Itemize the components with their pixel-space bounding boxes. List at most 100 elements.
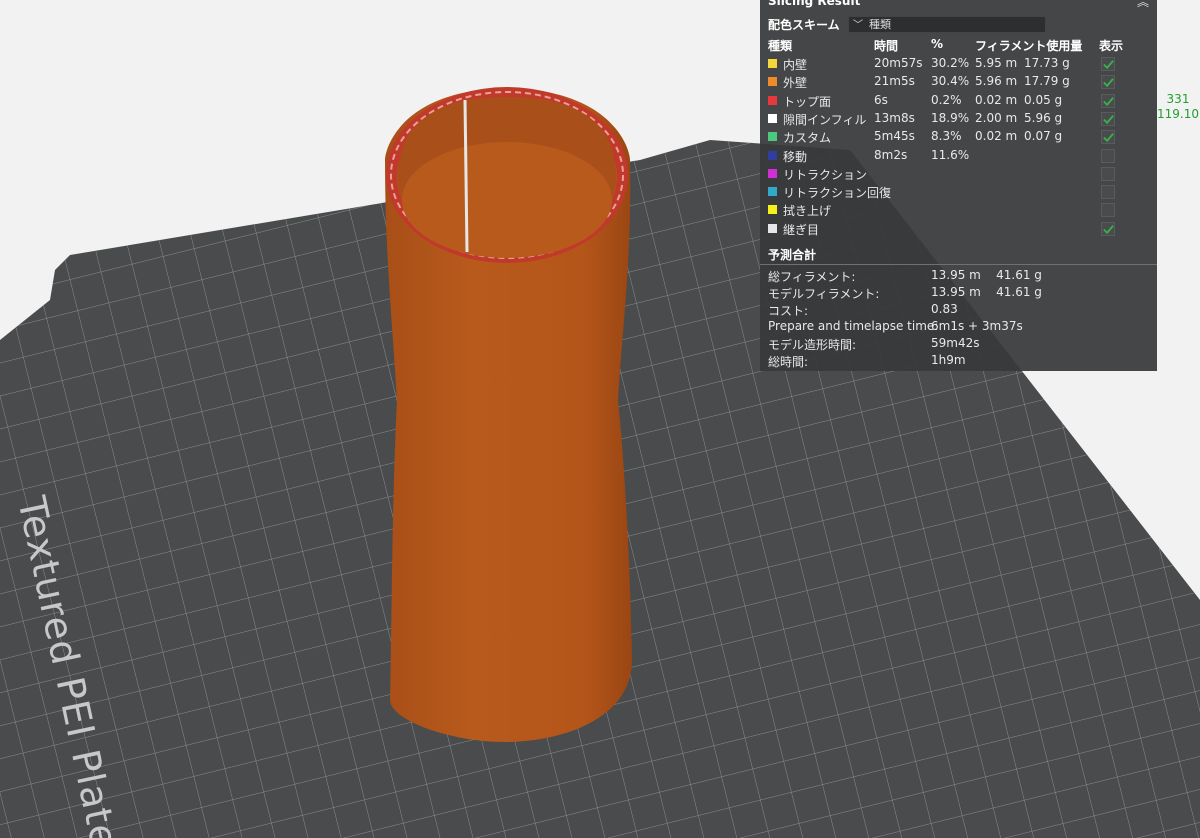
summary-row: モデルフィラメント: 13.95 m 41.61 g — [768, 285, 1148, 302]
feature-name: 拭き上げ — [783, 204, 832, 219]
summary-key: 総フィラメント: — [768, 270, 856, 284]
color-swatch — [768, 113, 777, 123]
display-checkbox[interactable] — [1101, 93, 1115, 108]
list-item: 隙間インフィル 13m8s 18.9% 2.00 m 5.96 g — [760, 110, 1157, 128]
feature-name: 継ぎ目 — [783, 222, 820, 237]
feature-length: 2.00 m — [975, 110, 1018, 125]
color-swatch — [768, 187, 777, 197]
summary-value: 6m1s + 3m37s — [931, 319, 1023, 333]
feature-time: 13m8s — [874, 110, 915, 125]
feature-time: 6s — [874, 92, 888, 107]
summary-value: 13.95 m 41.61 g — [931, 285, 1042, 299]
display-checkbox[interactable] — [1101, 166, 1115, 181]
feature-name: 内壁 — [783, 58, 808, 72]
summary-key: モデル造形時間: — [768, 338, 857, 352]
summary-row: Prepare and timelapse time: 6m1s + 3m37s — [768, 319, 1148, 336]
feature-percent: 30.4% — [931, 74, 970, 89]
list-item: 拭き上げ — [760, 201, 1157, 219]
header-time: 時間 — [874, 39, 899, 53]
feature-percent: 30.2% — [931, 56, 970, 70]
display-checkbox[interactable] — [1101, 221, 1115, 236]
check-icon — [1103, 224, 1114, 234]
color-swatch — [768, 95, 777, 105]
color-swatch — [768, 205, 777, 215]
summary-row: 総フィラメント: 13.95 m 41.61 g — [768, 268, 1148, 285]
summary-value: 59m42s — [931, 336, 980, 350]
list-item: 継ぎ目 — [760, 220, 1157, 238]
list-item: カスタム 5m45s 8.3% 0.02 m 0.07 g — [760, 128, 1157, 146]
feature-name: カスタム — [783, 131, 832, 146]
color-swatch — [768, 223, 777, 233]
feature-name: リトラクション — [783, 167, 868, 182]
color-scheme-dropdown[interactable]: ﹀ 種類 — [848, 16, 1046, 33]
feature-length: 0.02 m — [975, 92, 1018, 107]
feature-name: リトラクション回復 — [783, 186, 892, 201]
feature-time: 8m2s — [874, 147, 908, 162]
layer-height: 119.10 — [1157, 107, 1199, 121]
list-item: 外壁 21m5s 30.4% 5.96 m 17.79 g — [760, 73, 1157, 91]
header-percent: % — [931, 37, 944, 51]
check-icon — [1103, 60, 1114, 70]
panel-title: Slicing Result — [768, 0, 861, 8]
color-scheme-value: 種類 — [869, 18, 891, 31]
summary-value: 1h9m — [931, 353, 966, 367]
list-item: トップ面 6s 0.2% 0.02 m 0.05 g — [760, 92, 1157, 110]
feature-time: 21m5s — [874, 74, 915, 89]
header-type: 種類 — [768, 39, 793, 53]
slicing-result-panel: Slicing Result ︽ 配色スキーム ﹀ 種類 種類 時間 % フィラメ… — [760, 0, 1157, 371]
color-scheme-label: 配色スキーム — [768, 18, 840, 32]
display-checkbox[interactable] — [1101, 75, 1115, 90]
summary-title: 予測合計 — [768, 248, 817, 262]
model-vase[interactable] — [385, 87, 632, 742]
feature-weight: 17.73 g — [1024, 56, 1070, 70]
feature-weight: 5.96 g — [1024, 110, 1063, 125]
collapse-icon[interactable]: ︽ — [1137, 0, 1149, 10]
summary-key: 総時間: — [768, 355, 809, 369]
summary-key: モデルフィラメント: — [768, 287, 880, 301]
feature-length: 0.02 m — [975, 129, 1018, 144]
layer-number: 331 — [1166, 92, 1190, 106]
feature-name: 移動 — [783, 149, 808, 164]
feature-weight: 17.79 g — [1024, 74, 1070, 89]
summary-row: 総時間: 1h9m — [768, 353, 1148, 370]
feature-percent: 11.6% — [931, 147, 970, 162]
display-checkbox[interactable] — [1101, 148, 1115, 163]
feature-percent: 18.9% — [931, 110, 970, 125]
feature-percent: 8.3% — [931, 129, 962, 144]
check-icon — [1103, 78, 1114, 88]
feature-time: 5m45s — [874, 129, 915, 144]
summary-divider — [760, 264, 1157, 265]
color-swatch — [768, 132, 777, 142]
summary-value: 13.95 m 41.61 g — [931, 268, 1042, 282]
feature-weight: 0.07 g — [1024, 129, 1063, 144]
check-icon — [1103, 115, 1114, 125]
display-checkbox[interactable] — [1101, 111, 1115, 126]
feature-name: トップ面 — [783, 94, 832, 109]
feature-time: 20m57s — [874, 56, 923, 70]
display-checkbox[interactable] — [1101, 57, 1115, 71]
list-item: リトラクション — [760, 165, 1157, 183]
header-display: 表示 — [1099, 39, 1124, 53]
header-filament: フィラメント使用量 — [975, 39, 1083, 53]
display-checkbox[interactable] — [1101, 203, 1115, 218]
feature-percent: 0.2% — [931, 92, 962, 107]
color-swatch — [768, 59, 777, 68]
feature-length: 5.95 m — [975, 56, 1018, 70]
feature-length: 5.96 m — [975, 74, 1018, 89]
check-icon — [1103, 133, 1114, 143]
list-item: 移動 8m2s 11.6% — [760, 147, 1157, 165]
seam-line — [463, 99, 469, 253]
summary-key: コスト: — [768, 304, 809, 318]
list-item: 内壁 20m57s 30.2% 5.95 m 17.73 g — [760, 55, 1157, 73]
color-swatch — [768, 168, 777, 178]
chevron-down-icon: ﹀ — [853, 20, 863, 31]
summary-key: Prepare and timelapse time: — [768, 319, 939, 333]
summary-value: 0.83 — [931, 302, 958, 316]
color-swatch — [768, 150, 777, 160]
display-checkbox[interactable] — [1101, 130, 1115, 145]
display-checkbox[interactable] — [1101, 185, 1115, 200]
summary-row: モデル造形時間: 59m42s — [768, 336, 1148, 353]
color-swatch — [768, 77, 777, 87]
check-icon — [1103, 96, 1114, 106]
feature-weight: 0.05 g — [1024, 92, 1063, 107]
